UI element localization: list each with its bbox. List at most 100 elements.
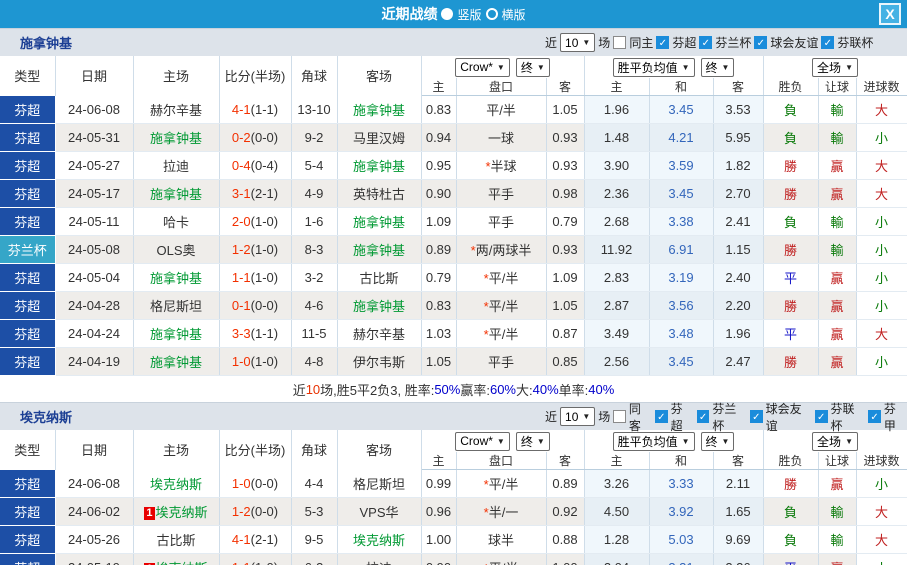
- cell-odds-draw: 3.92: [649, 498, 713, 526]
- league-checkbox[interactable]: ✓: [655, 410, 668, 423]
- cell-odds-home: 11.92: [584, 236, 649, 264]
- cell-goals-result: 小: [856, 348, 907, 376]
- close-icon[interactable]: X: [879, 3, 901, 25]
- cell-league-type: 芬超: [0, 264, 55, 292]
- fulltime-select[interactable]: 全场▼: [812, 58, 858, 77]
- radio-horizontal[interactable]: [486, 8, 498, 20]
- league-label: 球会友谊: [766, 400, 812, 434]
- same-venue-checkbox[interactable]: [613, 36, 626, 49]
- final-odds-select-1[interactable]: 终▼: [516, 432, 550, 451]
- cell-odds-home: 2.36: [584, 180, 649, 208]
- cell-handicap-result: 贏: [818, 554, 856, 565]
- team-name: 埃克纳斯: [20, 407, 72, 426]
- bookmaker-select[interactable]: Crow*▼: [455, 58, 510, 77]
- cell-away-team: 拉迪: [337, 554, 421, 565]
- score-fulltime: 1-1: [232, 560, 251, 565]
- cell-goals-result: 大: [856, 320, 907, 348]
- league-checkbox[interactable]: ✓: [821, 36, 834, 49]
- radio-vertical-label[interactable]: 竖版: [457, 6, 481, 23]
- cell-date: 24-04-24: [55, 320, 133, 348]
- chevron-down-icon: ▼: [497, 437, 505, 446]
- league-checkbox[interactable]: ✓: [656, 36, 669, 49]
- wdl-average-select[interactable]: 胜平负均值▼: [613, 432, 695, 451]
- cell-league-type: 芬超: [0, 96, 55, 124]
- final-odds-select-2[interactable]: 终▼: [701, 432, 735, 451]
- wdl-average-select[interactable]: 胜平负均值▼: [613, 58, 695, 77]
- cell-away-team: 古比斯: [337, 264, 421, 292]
- league-checkbox[interactable]: ✓: [699, 36, 712, 49]
- cell-result: 平: [763, 554, 818, 565]
- score-halftime: (2-1): [251, 186, 278, 201]
- score-fulltime: 1-2: [232, 242, 251, 257]
- chevron-down-icon: ▼: [582, 38, 590, 47]
- radio-vertical-selected[interactable]: [441, 8, 453, 20]
- score-halftime: (1-0): [251, 214, 278, 229]
- subcol-handicap: 盘口: [456, 452, 546, 470]
- cell-handicap: 一球: [456, 124, 546, 152]
- cell-date: 24-05-19: [55, 554, 133, 565]
- cell-goals-result: 小: [856, 124, 907, 152]
- cell-crow-home: 0.99: [421, 470, 456, 498]
- cell-odds-away: 2.11: [713, 470, 763, 498]
- cell-home-team: 拉迪: [133, 152, 219, 180]
- cell-corners: 9-5: [291, 526, 337, 554]
- score-fulltime: 0-4: [232, 158, 251, 173]
- cell-handicap: 平手: [456, 208, 546, 236]
- column-header-date: 日期: [55, 430, 133, 470]
- league-checkbox[interactable]: ✓: [868, 410, 881, 423]
- cell-date: 24-05-31: [55, 124, 133, 152]
- cell-league-type: 芬超: [0, 470, 55, 498]
- radio-horizontal-label[interactable]: 横版: [502, 6, 526, 23]
- summary-part: 赢率:: [460, 380, 490, 399]
- table-row: 芬超24-05-31施拿钟基0-2(0-0)9-2马里汉姆0.94一球0.931…: [0, 124, 907, 152]
- cell-away-team: 赫尔辛基: [337, 320, 421, 348]
- handicap-star: *: [484, 327, 489, 342]
- cell-handicap: 平/半: [456, 96, 546, 124]
- score-halftime: (0-0): [251, 504, 278, 519]
- cell-away-team: 施拿钟基: [337, 292, 421, 320]
- bookmaker-select[interactable]: Crow*▼: [455, 432, 510, 451]
- cell-crow-away: 1.00: [546, 554, 584, 565]
- chevron-down-icon: ▼: [722, 437, 730, 446]
- final-odds-select-1[interactable]: 终▼: [516, 58, 550, 77]
- league-checkbox[interactable]: ✓: [750, 410, 763, 423]
- cell-home-team: 埃克纳斯: [133, 470, 219, 498]
- cell-crow-away: 0.88: [546, 526, 584, 554]
- match-count-select[interactable]: 10▼: [560, 407, 595, 426]
- cell-home-team: 1埃克纳斯: [133, 554, 219, 565]
- cell-result: 勝: [763, 348, 818, 376]
- same-venue-checkbox[interactable]: [613, 410, 626, 423]
- subcol-crow-home: 主: [421, 452, 456, 470]
- league-label: 芬兰杯: [715, 34, 751, 51]
- fulltime-select[interactable]: 全场▼: [812, 432, 858, 451]
- cell-score: 0-2(0-0): [219, 124, 291, 152]
- final-odds-select-2[interactable]: 终▼: [701, 58, 735, 77]
- cell-date: 24-05-26: [55, 526, 133, 554]
- summary-part: 40%: [533, 382, 559, 397]
- league-checkbox[interactable]: ✓: [815, 410, 828, 423]
- cell-date: 24-04-28: [55, 292, 133, 320]
- handicap-star: *: [484, 477, 489, 492]
- cell-result: 負: [763, 208, 818, 236]
- cell-score: 3-3(1-1): [219, 320, 291, 348]
- cell-score: 4-1(1-1): [219, 96, 291, 124]
- cell-crow-home: 0.79: [421, 264, 456, 292]
- league-checkbox[interactable]: ✓: [754, 36, 767, 49]
- league-checkbox[interactable]: ✓: [697, 410, 710, 423]
- cell-handicap-result: 贏: [818, 292, 856, 320]
- match-count-select[interactable]: 10▼: [560, 33, 595, 52]
- subcol-handicap-result: 让球: [818, 78, 856, 96]
- cell-handicap-result: 輸: [818, 498, 856, 526]
- cell-corners: 6-3: [291, 554, 337, 565]
- handicap-star: *: [484, 299, 489, 314]
- column-header-away: 客场: [337, 56, 421, 96]
- cell-handicap: *平/半: [456, 264, 546, 292]
- cell-odds-away: 2.26: [713, 554, 763, 565]
- cell-crow-home: 1.05: [421, 348, 456, 376]
- cell-league-type: 芬超: [0, 152, 55, 180]
- cell-odds-away: 9.69: [713, 526, 763, 554]
- column-header-score: 比分(半场): [219, 430, 291, 470]
- score-halftime: (1-0): [251, 242, 278, 257]
- cell-home-team: 哈卡: [133, 208, 219, 236]
- cell-corners: 13-10: [291, 96, 337, 124]
